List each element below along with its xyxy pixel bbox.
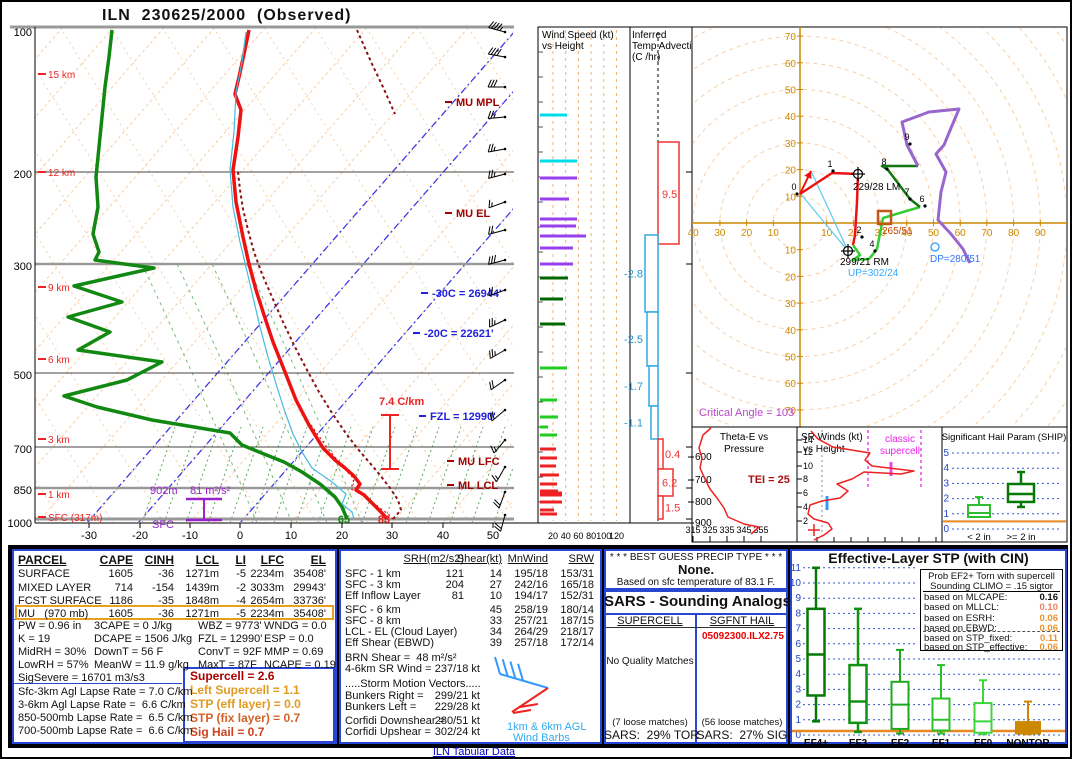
sounding-page: 100200300500700850100015 km12 km9 km6 km… [0,0,1072,759]
prob-dashed-divider [923,631,1060,632]
kinematics-panel [339,549,602,744]
panel-layer [2,2,1070,757]
supercell-metrics-box [183,667,335,743]
sars-header-underline [606,627,786,628]
mu-row-highlight [15,605,334,620]
precip-type-panel [604,549,788,590]
prob-divider [923,591,1060,592]
prob-box [920,569,1063,651]
sars-column-divider [695,615,697,742]
tabular-data-link[interactable]: ILN Tabular Data [433,746,515,758]
lapse-separator [14,683,182,684]
